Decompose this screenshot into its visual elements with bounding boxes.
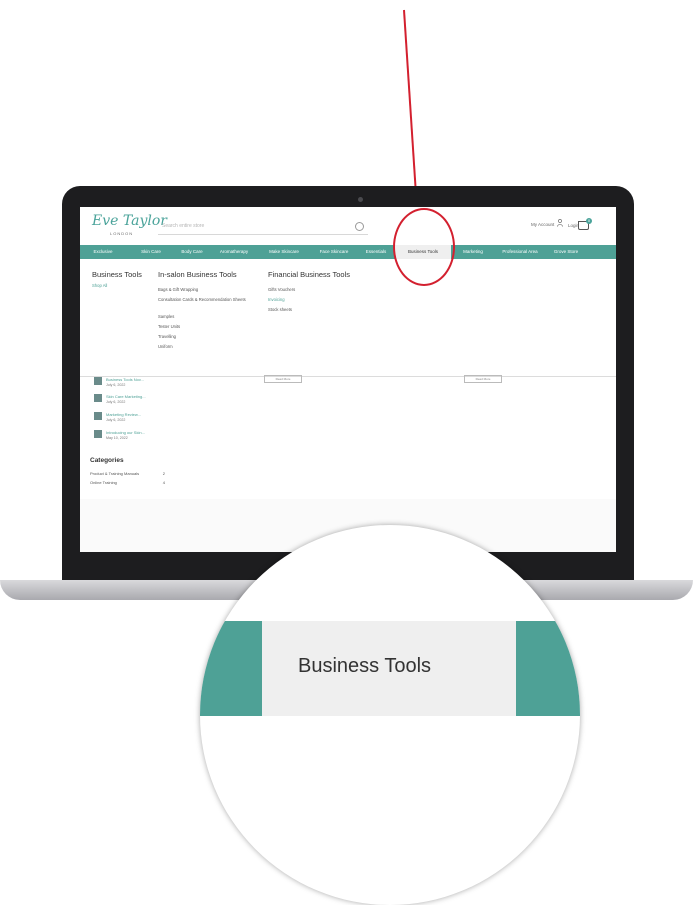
zoom-business-tools-label: Business Tools xyxy=(298,655,432,677)
search-placeholder: Search entire store xyxy=(162,223,205,229)
category-count: 4 xyxy=(162,480,165,485)
search-input[interactable]: Search entire store xyxy=(158,220,368,235)
recent-post[interactable]: Business Tools Nov... July 6, 2022 xyxy=(94,377,164,391)
logo-text: Eve Taylor xyxy=(92,213,167,229)
menu-link[interactable]: Invoicing xyxy=(268,297,285,302)
zoom-nav-segment xyxy=(200,621,262,716)
zoom-nav-segment xyxy=(516,621,580,716)
post-thumbnail xyxy=(94,377,102,385)
search-icon[interactable] xyxy=(355,222,364,231)
category-label: Online Training xyxy=(90,480,117,485)
menu-link[interactable]: Uniform xyxy=(158,344,173,349)
nav-item-make-skincare[interactable]: Make Skincare xyxy=(263,245,305,259)
menu-column-title[interactable]: Business Tools xyxy=(92,270,142,279)
nav-item-body-care[interactable]: Body Care xyxy=(175,245,209,259)
laptop-screen: Eve Taylor LONDON Search entire store My… xyxy=(80,207,616,552)
menu-link-shop-all[interactable]: Shop All xyxy=(92,283,107,288)
read-more-button[interactable]: Read More xyxy=(264,375,302,383)
logo-subtext: LONDON xyxy=(110,231,134,236)
nav-item-face-skincare[interactable]: Face Skincare xyxy=(313,245,355,259)
nav-item-grove-store[interactable]: Grove Store xyxy=(548,245,584,259)
post-date: July 6, 2022 xyxy=(106,400,126,404)
callout-circle xyxy=(393,208,455,286)
brand-logo[interactable]: Eve Taylor LONDON xyxy=(92,213,167,239)
post-title[interactable]: Marketing Review... xyxy=(106,412,141,417)
post-thumbnail xyxy=(94,394,102,402)
user-icon[interactable] xyxy=(557,219,563,227)
post-date: May 10, 2022 xyxy=(106,436,128,440)
read-more-button[interactable]: Read More xyxy=(464,375,502,383)
menu-column-title[interactable]: Financial Business Tools xyxy=(268,270,350,279)
category-item[interactable]: Online Training 4 xyxy=(90,480,165,485)
my-account-link[interactable]: My Account xyxy=(531,222,554,227)
recent-post[interactable]: Introducing our Skin... May 10, 2022 xyxy=(94,430,164,444)
menu-link[interactable]: Consultation Cards & Recommendation Shee… xyxy=(158,297,246,302)
menu-link[interactable]: Travelling xyxy=(158,334,176,339)
post-thumbnail xyxy=(94,412,102,420)
recent-post[interactable]: Marketing Review... July 6, 2022 xyxy=(94,412,164,426)
categories-heading: Categories xyxy=(90,457,124,464)
post-title[interactable]: Introducing our Skin... xyxy=(106,430,145,435)
menu-link[interactable]: Bags & Gift Wrapping xyxy=(158,287,198,292)
menu-link[interactable]: Gifts Vouchers xyxy=(268,287,295,292)
nav-item-essentials[interactable]: Essentials xyxy=(360,245,392,259)
post-date: July 6, 2022 xyxy=(106,418,126,422)
post-thumbnail xyxy=(94,430,102,438)
nav-item-skin-care[interactable]: Skin Care xyxy=(136,245,166,259)
nav-item-professional-area[interactable]: Professional Area xyxy=(494,245,546,259)
category-item[interactable]: Product & Training Manuals 2 xyxy=(90,471,165,476)
nav-item-marketing[interactable]: Marketing xyxy=(456,245,490,259)
post-title[interactable]: Business Tools Nov... xyxy=(106,377,144,382)
recent-post[interactable]: Skin Care Marketing... July 6, 2022 xyxy=(94,394,164,408)
menu-link[interactable]: Samples xyxy=(158,314,174,319)
site-header: Eve Taylor LONDON Search entire store My… xyxy=(80,207,616,243)
post-title[interactable]: Skin Care Marketing... xyxy=(106,394,146,399)
category-label: Product & Training Manuals xyxy=(90,471,140,476)
menu-link[interactable]: Stock sheets xyxy=(268,307,292,312)
menu-link[interactable]: Tester Units xyxy=(158,324,180,329)
cart-count-badge: 0 xyxy=(586,218,592,224)
post-date: July 6, 2022 xyxy=(106,383,126,387)
camera-icon xyxy=(358,197,363,202)
nav-item-exclusive[interactable]: Exclusive xyxy=(86,245,120,259)
category-count: 2 xyxy=(162,471,165,476)
business-tools-mega-menu: Business Tools Shop All In-salon Busines… xyxy=(80,259,616,377)
zoom-magnifier: Business Tools xyxy=(200,525,580,905)
menu-column-title[interactable]: In-salon Business Tools xyxy=(158,270,237,279)
nav-item-aromatherapy[interactable]: Aromatherapy xyxy=(214,245,254,259)
main-navigation: Exclusive Skin Care Body Care Aromathera… xyxy=(80,245,616,259)
